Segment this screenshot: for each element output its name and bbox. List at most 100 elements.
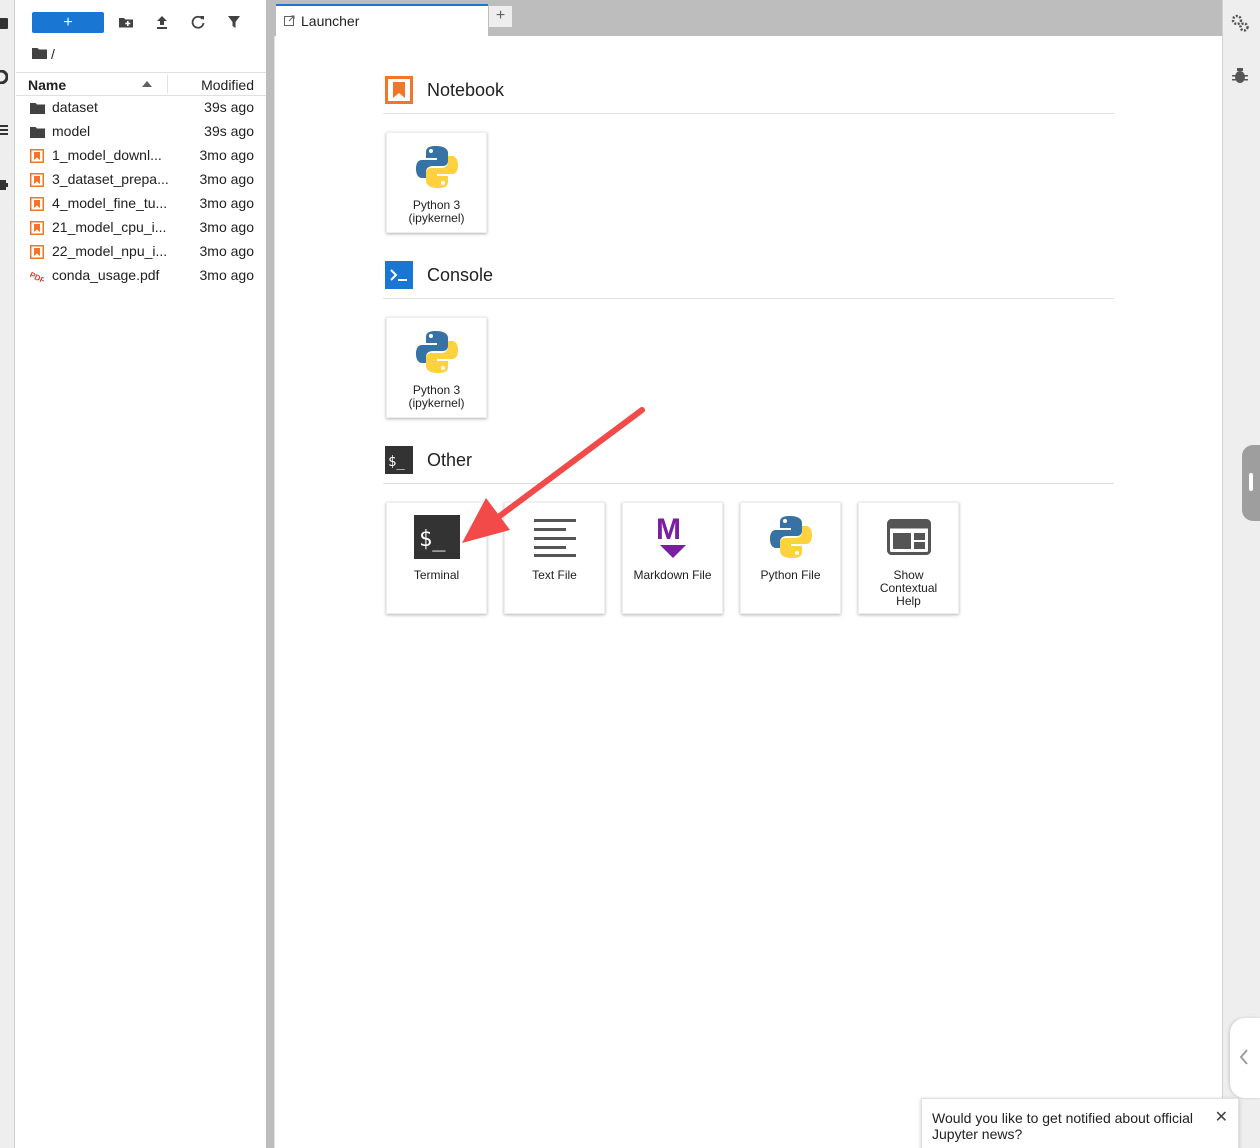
column-divider[interactable] <box>167 75 168 93</box>
breadcrumb-root[interactable]: / <box>51 46 55 62</box>
file-name: 1_model_downl... <box>52 147 162 163</box>
card-terminal[interactable]: $_ Terminal <box>386 502 487 614</box>
filter-icon[interactable] <box>225 13 243 31</box>
svg-text:PDF: PDF <box>30 270 44 283</box>
file-row[interactable]: dataset 39s ago <box>16 96 266 120</box>
notebook-icon <box>30 245 44 259</box>
card-text-file[interactable]: Text File <box>504 502 605 614</box>
file-browser-toolbar: + <box>16 0 266 40</box>
card-label: Text File <box>532 568 577 582</box>
notebook-icon <box>30 173 44 187</box>
python-icon <box>767 513 815 561</box>
notebook-icon <box>385 76 413 104</box>
folder-icon[interactable] <box>32 46 47 62</box>
running-icon[interactable] <box>0 69 9 85</box>
card-contextual-help[interactable]: Show Contextual Help <box>858 502 959 614</box>
debugger-icon[interactable] <box>1232 68 1248 89</box>
chevron-left-icon <box>1238 1048 1250 1071</box>
card-label: Markdown File <box>633 568 712 582</box>
card-label: Python File <box>760 568 821 582</box>
section-title: Other <box>427 450 473 470</box>
svg-text:M: M <box>656 513 681 546</box>
extension-icon[interactable] <box>0 177 8 191</box>
folder-icon[interactable] <box>0 16 8 30</box>
file-row[interactable]: model 39s ago <box>16 120 266 144</box>
section-console: Console <box>383 259 1114 299</box>
left-activity-bar <box>0 0 15 1148</box>
file-row[interactable]: 1_model_downl... 3mo ago <box>16 144 266 168</box>
terminal-icon: $_ <box>413 513 461 561</box>
launcher-panel: Notebook Python 3 (ipykernel) Console Pyt… <box>274 36 1216 1148</box>
file-row[interactable]: 4_model_fine_tu... 3mo ago <box>16 192 266 216</box>
card-markdown-file[interactable]: M Markdown File <box>622 502 723 614</box>
card-label: Show Contextual Help <box>879 568 938 608</box>
file-modified: 3mo ago <box>199 171 254 187</box>
file-name: 22_model_npu_i... <box>52 243 168 259</box>
file-name: dataset <box>52 99 98 115</box>
right-activity-bar <box>1222 0 1260 1148</box>
card-console-python3[interactable]: Python 3 (ipykernel) <box>386 317 487 418</box>
folder-icon <box>30 101 45 115</box>
add-tab-button[interactable]: + <box>488 5 513 28</box>
card-label: Python 3 (ipykernel) <box>408 198 465 225</box>
main-tab-bar: Launcher + <box>274 0 1222 36</box>
file-row[interactable]: 21_model_cpu_i... 3mo ago <box>16 216 266 240</box>
file-modified: 3mo ago <box>199 267 254 283</box>
file-name: 21_model_cpu_i... <box>52 219 167 235</box>
file-name: conda_usage.pdf <box>52 267 160 283</box>
file-modified: 3mo ago <box>199 243 254 259</box>
file-name: model <box>52 123 91 139</box>
jupyterlab-window: + / Name Modified dataset 39s ago model … <box>0 0 1260 1148</box>
tab-label: Launcher <box>301 13 360 29</box>
contextual-help-icon <box>885 513 933 561</box>
upload-icon[interactable] <box>153 13 171 31</box>
notebook-icon <box>30 197 44 211</box>
section-title: Console <box>427 265 494 285</box>
file-browser: + / Name Modified dataset 39s ago model … <box>16 0 266 1148</box>
collapse-panel-tab[interactable] <box>1230 1018 1260 1098</box>
svg-text:$_: $_ <box>388 454 405 470</box>
close-icon[interactable]: ✕ <box>1215 1107 1228 1127</box>
section-notebook: Notebook <box>383 74 1114 114</box>
property-inspector-icon[interactable] <box>1231 14 1249 37</box>
console-icon <box>385 261 413 289</box>
file-modified: 3mo ago <box>199 219 254 235</box>
refresh-icon[interactable] <box>189 13 207 31</box>
file-modified: 39s ago <box>204 123 254 139</box>
notification-toast: Would you like to get notified about off… <box>921 1098 1239 1148</box>
file-modified: 3mo ago <box>199 195 254 211</box>
folder-icon <box>30 125 45 139</box>
column-header-name[interactable]: Name <box>28 77 66 93</box>
notebook-icon <box>30 221 44 235</box>
file-list-header: Name Modified <box>16 72 266 96</box>
file-list: dataset 39s ago model 39s ago 1_model_do… <box>16 96 266 288</box>
card-python-file[interactable]: Python File <box>740 502 841 614</box>
file-modified: 3mo ago <box>199 147 254 163</box>
tab-launcher[interactable]: Launcher <box>276 4 488 36</box>
toast-message: Would you like to get notified about off… <box>932 1110 1193 1142</box>
file-row[interactable]: 3_dataset_prepa... 3mo ago <box>16 168 266 192</box>
section-title: Notebook <box>427 80 505 100</box>
terminal-icon: $_ <box>385 446 413 474</box>
svg-text:$_: $_ <box>419 527 446 552</box>
python-icon <box>413 143 461 191</box>
text-file-icon <box>531 513 579 561</box>
card-label: Python 3 (ipykernel) <box>408 383 465 410</box>
new-launcher-button[interactable]: + <box>32 12 104 33</box>
file-row[interactable]: PDF conda_usage.pdf 3mo ago <box>16 264 266 288</box>
python-icon <box>413 328 461 376</box>
panel-splitter[interactable] <box>266 0 274 1148</box>
column-header-modified[interactable]: Modified <box>201 77 254 93</box>
card-notebook-python3[interactable]: Python 3 (ipykernel) <box>386 132 487 233</box>
file-row[interactable]: 22_model_npu_i... 3mo ago <box>16 240 266 264</box>
file-name: 3_dataset_prepa... <box>52 171 169 187</box>
launcher-icon <box>284 13 295 29</box>
notebook-icon <box>30 149 44 163</box>
file-modified: 39s ago <box>204 99 254 115</box>
new-folder-icon[interactable] <box>117 13 135 31</box>
section-other: $_ Other <box>383 444 1114 484</box>
file-name: 4_model_fine_tu... <box>52 195 168 211</box>
toc-icon[interactable] <box>0 123 8 137</box>
breadcrumb: / <box>32 45 55 63</box>
resize-grip <box>1249 473 1253 491</box>
